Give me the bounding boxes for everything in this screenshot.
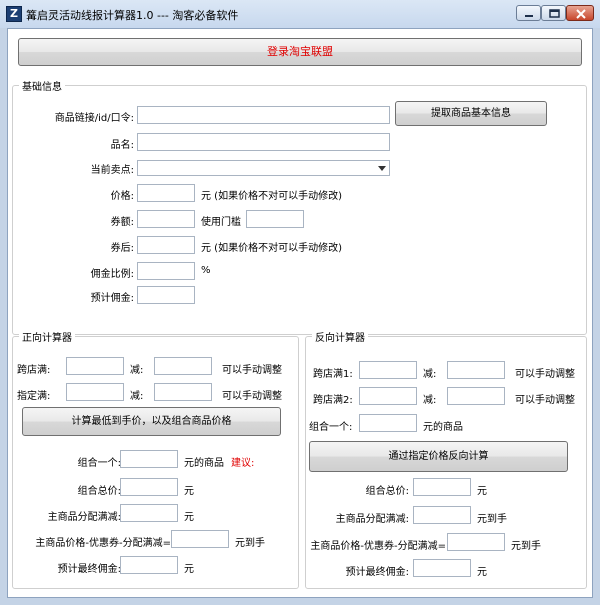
allocated-discount-input[interactable]: [120, 504, 178, 522]
final-commission-unit: 元: [184, 564, 194, 575]
total-price-unit: 元: [184, 486, 194, 497]
threshold-input[interactable]: [246, 210, 304, 228]
cross-store2-adjust-note: 可以手动调整: [515, 395, 575, 406]
cross-store-full-input[interactable]: [66, 357, 124, 375]
reverse-allocated-discount-input[interactable]: [413, 506, 471, 524]
product-link-input[interactable]: [137, 106, 390, 124]
final-price-unit: 元到手: [235, 538, 265, 549]
cross-store-adjust-note: 可以手动调整: [222, 365, 282, 376]
main-panel: 登录淘宝联盟 基础信息 商品链接/id/口令: 提取商品基本信息 品名: 当前卖…: [7, 28, 593, 598]
reverse-final-price-label: 主商品价格-优惠券-分配满减=: [310, 541, 446, 552]
reverse-final-commission-label: 预计最终佣金:: [345, 567, 409, 578]
cross-store1-minus-label: 减:: [423, 369, 437, 380]
title-bar[interactable]: Z 篝启灵活动线报计算器1.0 --- 淘客必备软件: [0, 0, 600, 28]
fetch-product-info-button[interactable]: 提取商品基本信息: [395, 101, 547, 126]
basic-info-group: 基础信息 商品链接/id/口令: 提取商品基本信息 品名: 当前卖点: 价格: …: [12, 78, 587, 335]
reverse-calculator-title: 反向计算器: [312, 329, 368, 344]
threshold-label: 使用门槛: [201, 217, 241, 228]
reverse-calculate-button[interactable]: 通过指定价格反向计算: [309, 441, 568, 472]
cross-store1-minus-input[interactable]: [447, 361, 505, 379]
product-name-input[interactable]: [137, 133, 390, 151]
price-input[interactable]: [137, 184, 195, 202]
designated-label: 指定满:: [17, 391, 51, 402]
price-note: 元 (如果价格不对可以手动修改): [201, 191, 342, 202]
after-coupon-note: 元 (如果价格不对可以手动修改): [201, 243, 342, 254]
window-title: 篝启灵活动线报计算器1.0 --- 淘客必备软件: [26, 9, 239, 22]
reverse-final-commission-input[interactable]: [413, 559, 471, 577]
reverse-combo-input[interactable]: [359, 414, 417, 432]
coupon-input[interactable]: [137, 210, 195, 228]
minimize-button[interactable]: [516, 5, 541, 21]
cross-store2-minus-label: 减:: [423, 395, 437, 406]
maximize-icon: [549, 9, 560, 18]
forward-calculator-group: 正向计算器 跨店满: 减: 可以手动调整 指定满: 减: 可以手动调整 计算最低…: [12, 329, 299, 589]
product-link-label: 商品链接/id/口令:: [54, 113, 134, 124]
designated-full-input[interactable]: [66, 383, 124, 401]
cross-store1-full-input[interactable]: [359, 361, 417, 379]
app-window: Z 篝启灵活动线报计算器1.0 --- 淘客必备软件 登录淘宝联盟 基础信息 商…: [0, 0, 600, 605]
designated-minus-label: 减:: [130, 391, 144, 402]
allocated-discount-label: 主商品分配满减:: [47, 512, 121, 523]
maximize-button[interactable]: [541, 5, 566, 21]
estimated-commission-label: 预计佣金:: [90, 293, 134, 304]
reverse-total-price-label: 组合总价:: [365, 486, 409, 497]
close-icon: [576, 9, 586, 19]
designated-adjust-note: 可以手动调整: [222, 391, 282, 402]
estimated-commission-input[interactable]: [137, 286, 195, 304]
cross-store2-label: 跨店满2:: [313, 395, 353, 406]
commission-rate-label: 佣金比例:: [90, 269, 134, 280]
close-button[interactable]: [566, 5, 594, 21]
basic-info-title: 基础信息: [19, 78, 65, 93]
after-coupon-label: 券后:: [110, 243, 134, 254]
combo-label: 组合一个:: [77, 458, 121, 469]
final-price-input[interactable]: [171, 530, 229, 548]
commission-rate-input[interactable]: [137, 262, 195, 280]
percent-unit: %: [201, 265, 211, 276]
reverse-allocated-discount-unit: 元到手: [477, 514, 507, 525]
after-coupon-input[interactable]: [137, 236, 195, 254]
cross-store2-full-input[interactable]: [359, 387, 417, 405]
total-price-input[interactable]: [120, 478, 178, 496]
cross-store1-adjust-note: 可以手动调整: [515, 369, 575, 380]
reverse-total-price-input[interactable]: [413, 478, 471, 496]
reverse-combo-unit: 元的商品: [423, 422, 463, 433]
selling-point-select[interactable]: [137, 160, 390, 176]
final-commission-label: 预计最终佣金:: [57, 564, 121, 575]
forward-calculate-button[interactable]: 计算最低到手价，以及组合商品价格: [22, 407, 281, 436]
suggest-label: 建议:: [231, 458, 255, 469]
reverse-combo-label: 组合一个:: [309, 422, 353, 433]
cross-store1-label: 跨店满1:: [313, 369, 353, 380]
reverse-final-price-input[interactable]: [447, 533, 505, 551]
reverse-total-price-unit: 元: [477, 486, 487, 497]
coupon-label: 券额:: [110, 217, 134, 228]
total-price-label: 组合总价:: [77, 486, 121, 497]
price-label: 价格:: [110, 191, 134, 202]
product-name-label: 品名:: [110, 140, 134, 151]
allocated-discount-unit: 元: [184, 512, 194, 523]
final-commission-input[interactable]: [120, 556, 178, 574]
combo-input[interactable]: [120, 450, 178, 468]
cross-store-minus-label: 减:: [130, 365, 144, 376]
cross-store-minus-input[interactable]: [154, 357, 212, 375]
cross-store-label: 跨店满:: [17, 365, 51, 376]
designated-minus-input[interactable]: [154, 383, 212, 401]
reverse-final-commission-unit: 元: [477, 567, 487, 578]
forward-calculator-title: 正向计算器: [19, 329, 75, 344]
final-price-label: 主商品价格-优惠券-分配满减=: [35, 538, 171, 549]
combo-unit: 元的商品: [184, 458, 224, 469]
selling-point-label: 当前卖点:: [90, 165, 134, 176]
reverse-final-price-unit: 元到手: [511, 541, 541, 552]
chevron-down-icon: [378, 166, 386, 171]
reverse-calculator-group: 反向计算器 跨店满1: 减: 可以手动调整 跨店满2: 减: 可以手动调整 组合…: [305, 329, 587, 589]
app-logo-icon: Z: [6, 6, 22, 22]
minimize-icon: [525, 15, 533, 17]
cross-store2-minus-input[interactable]: [447, 387, 505, 405]
reverse-allocated-discount-label: 主商品分配满减:: [335, 514, 409, 525]
login-taobao-union-button[interactable]: 登录淘宝联盟: [18, 38, 582, 66]
